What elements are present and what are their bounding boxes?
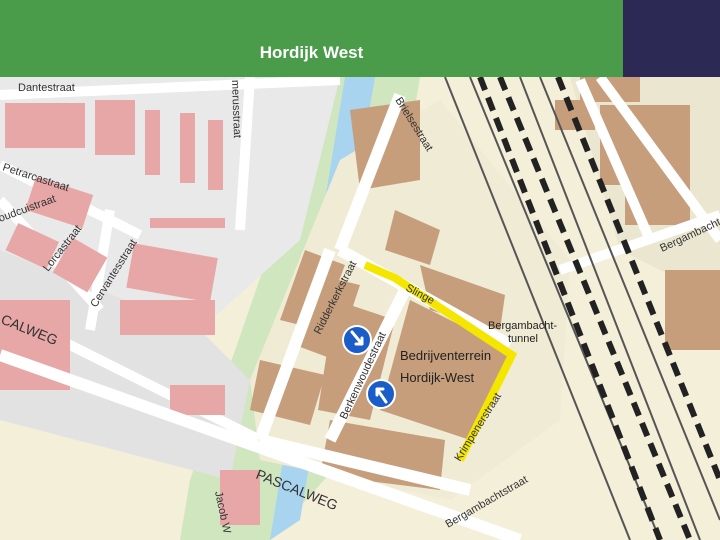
label-homerusstraat: merusstraat [229, 80, 243, 138]
label-tunnel-line2: tunnel [508, 333, 538, 345]
label-dantestraat: Dantestraat [18, 82, 75, 94]
header-bar [0, 0, 623, 77]
label-hordijk-west: Hordijk-West [400, 370, 475, 385]
label-tunnel-line1: Bergambacht- [488, 320, 557, 332]
label-bedrijventerrein: Bedrijventerrein [400, 348, 491, 363]
one-way-arrow-up-icon [366, 379, 396, 409]
page-title: Hordijk West [259, 43, 364, 62]
header-accent [623, 0, 720, 77]
map-view[interactable]: Dantestraat merusstraat Brielsestraat Pe… [0, 77, 720, 540]
one-way-arrow-down-icon [342, 325, 372, 355]
map-canvas: Dantestraat merusstraat Brielsestraat Pe… [0, 77, 720, 540]
